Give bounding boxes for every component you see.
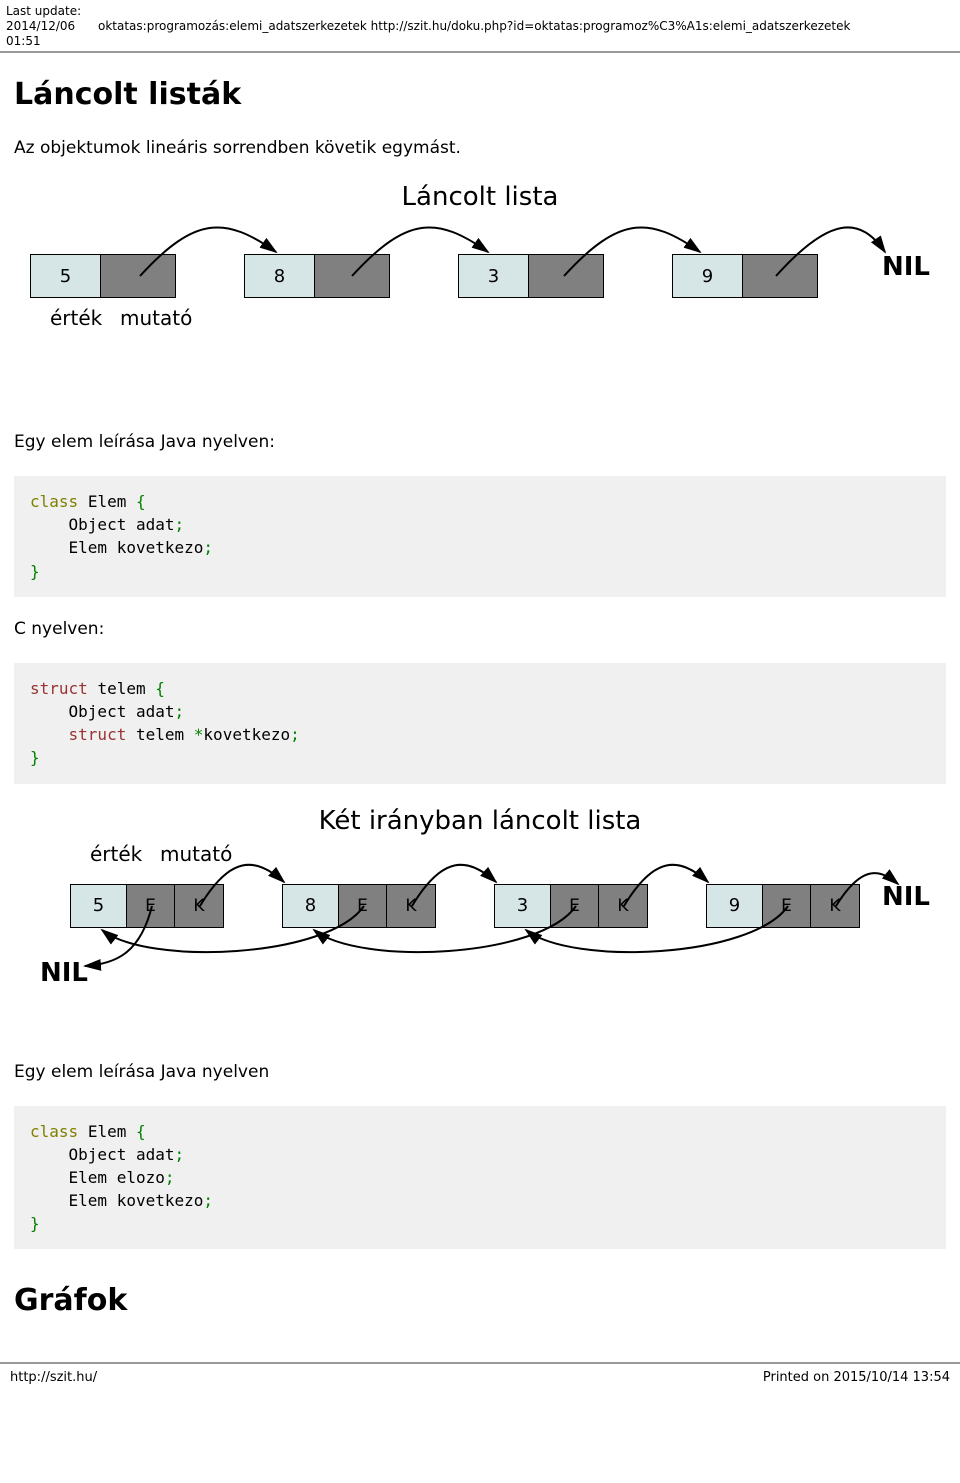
brace-close: } bbox=[30, 1214, 40, 1233]
semi: ; bbox=[175, 1145, 185, 1164]
semi: ; bbox=[203, 1191, 213, 1210]
kw-class: class bbox=[30, 492, 78, 511]
node-value: 9 bbox=[707, 885, 763, 927]
heading-grafok: Gráfok bbox=[14, 1283, 946, 1318]
field-elozo: elozo bbox=[117, 1168, 165, 1187]
node-prev-pointer: E bbox=[551, 885, 599, 927]
brace-open: { bbox=[136, 492, 146, 511]
list-node: 3 E K bbox=[494, 884, 648, 928]
node-value: 5 bbox=[31, 255, 101, 297]
node-next-pointer: K bbox=[811, 885, 859, 927]
list-node: 5 E K bbox=[70, 884, 224, 928]
type-elem: Elem bbox=[69, 1168, 108, 1187]
node-pointer bbox=[529, 255, 603, 297]
diagram-linked-list: Láncolt lista 5 8 3 9 NIL érték mutató bbox=[30, 182, 930, 402]
node-value: 8 bbox=[245, 255, 315, 297]
list-node: 5 bbox=[30, 254, 176, 298]
node-prev-pointer: E bbox=[763, 885, 811, 927]
diagram1-nodes: 5 8 3 9 bbox=[30, 254, 818, 298]
last-update-block: Last update: 2014/12/06 01:51 bbox=[6, 4, 98, 49]
field-kovetkezo: kovetkezo bbox=[117, 1191, 204, 1210]
list-node: 9 bbox=[672, 254, 818, 298]
label-mutato: mutató bbox=[120, 306, 192, 330]
brace-open: { bbox=[155, 679, 165, 698]
field-kovetkezo: kovetkezo bbox=[117, 538, 204, 557]
list-node: 9 E K bbox=[706, 884, 860, 928]
kw-class: class bbox=[30, 1122, 78, 1141]
label-ertek: érték bbox=[90, 842, 142, 866]
node-value: 3 bbox=[459, 255, 529, 297]
diagram2-nodes: 5 E K 8 E K 3 E K 9 E K bbox=[70, 884, 860, 928]
last-update-timestamp: 2014/12/06 01:51 bbox=[6, 19, 98, 49]
node-value: 9 bbox=[673, 255, 743, 297]
nil-terminator: NIL bbox=[882, 252, 930, 282]
nil-terminator-left: NIL bbox=[40, 958, 88, 988]
node-pointer bbox=[315, 255, 389, 297]
class-name: Elem bbox=[88, 1122, 127, 1141]
type-elem: Elem bbox=[69, 1191, 108, 1210]
code-java-elem-doubly: class Elem { Object adat; Elem elozo; El… bbox=[14, 1106, 946, 1250]
label-ertek: érték bbox=[50, 306, 102, 330]
c-intro: C nyelven: bbox=[14, 619, 946, 639]
node-value: 3 bbox=[495, 885, 551, 927]
semi: ; bbox=[290, 725, 300, 744]
star: * bbox=[194, 725, 204, 744]
page-footer: http://szit.hu/ Printed on 2015/10/14 13… bbox=[0, 1362, 960, 1395]
struct-name: telem bbox=[97, 679, 145, 698]
node-pointer bbox=[101, 255, 175, 297]
footer-printed: Printed on 2015/10/14 13:54 bbox=[763, 1370, 950, 1385]
nil-terminator-right: NIL bbox=[882, 882, 930, 912]
kw-struct: struct bbox=[69, 725, 127, 744]
diagram1-title: Láncolt lista bbox=[30, 182, 930, 212]
field-adat: adat bbox=[136, 515, 175, 534]
type-object: Object bbox=[69, 702, 127, 721]
brace-close: } bbox=[30, 562, 40, 581]
field-adat: adat bbox=[136, 702, 175, 721]
footer-url: http://szit.hu/ bbox=[10, 1370, 97, 1385]
intro-text: Az objektumok lineáris sorrendben követi… bbox=[14, 138, 946, 158]
brace-open: { bbox=[136, 1122, 146, 1141]
semi: ; bbox=[175, 702, 185, 721]
label-mutato: mutató bbox=[160, 842, 232, 866]
list-node: 8 bbox=[244, 254, 390, 298]
node-next-pointer: K bbox=[599, 885, 647, 927]
java-intro-1: Egy elem leírása Java nyelven: bbox=[14, 432, 946, 452]
breadcrumb: oktatas:programozás:elemi_adatszerkezete… bbox=[98, 4, 954, 49]
page-header: Last update: 2014/12/06 01:51 oktatas:pr… bbox=[0, 0, 960, 53]
node-prev-pointer: E bbox=[127, 885, 175, 927]
field-kovetkezo: kovetkezo bbox=[203, 725, 290, 744]
field-adat: adat bbox=[136, 1145, 175, 1164]
type-elem: Elem bbox=[69, 538, 108, 557]
semi: ; bbox=[165, 1168, 175, 1187]
node-next-pointer: K bbox=[175, 885, 223, 927]
heading-lancolt-listak: Láncolt listák bbox=[14, 77, 946, 112]
semi: ; bbox=[175, 515, 185, 534]
code-java-elem: class Elem { Object adat; Elem kovetkezo… bbox=[14, 476, 946, 597]
diagram-doubly-linked-list: Két irányban láncolt lista érték mutató … bbox=[30, 806, 930, 1036]
type-object: Object bbox=[69, 1145, 127, 1164]
class-name: Elem bbox=[88, 492, 127, 511]
node-next-pointer: K bbox=[387, 885, 435, 927]
diagram2-title: Két irányban láncolt lista bbox=[30, 806, 930, 836]
node-pointer bbox=[743, 255, 817, 297]
brace-close: } bbox=[30, 748, 40, 767]
list-node: 8 E K bbox=[282, 884, 436, 928]
code-c-telem: struct telem { Object adat; struct telem… bbox=[14, 663, 946, 784]
node-value: 5 bbox=[71, 885, 127, 927]
last-update-label: Last update: bbox=[6, 4, 98, 19]
semi: ; bbox=[203, 538, 213, 557]
node-prev-pointer: E bbox=[339, 885, 387, 927]
java-intro-2: Egy elem leírása Java nyelven bbox=[14, 1062, 946, 1082]
type-object: Object bbox=[69, 515, 127, 534]
node-value: 8 bbox=[283, 885, 339, 927]
list-node: 3 bbox=[458, 254, 604, 298]
struct-name: telem bbox=[136, 725, 184, 744]
kw-struct: struct bbox=[30, 679, 88, 698]
